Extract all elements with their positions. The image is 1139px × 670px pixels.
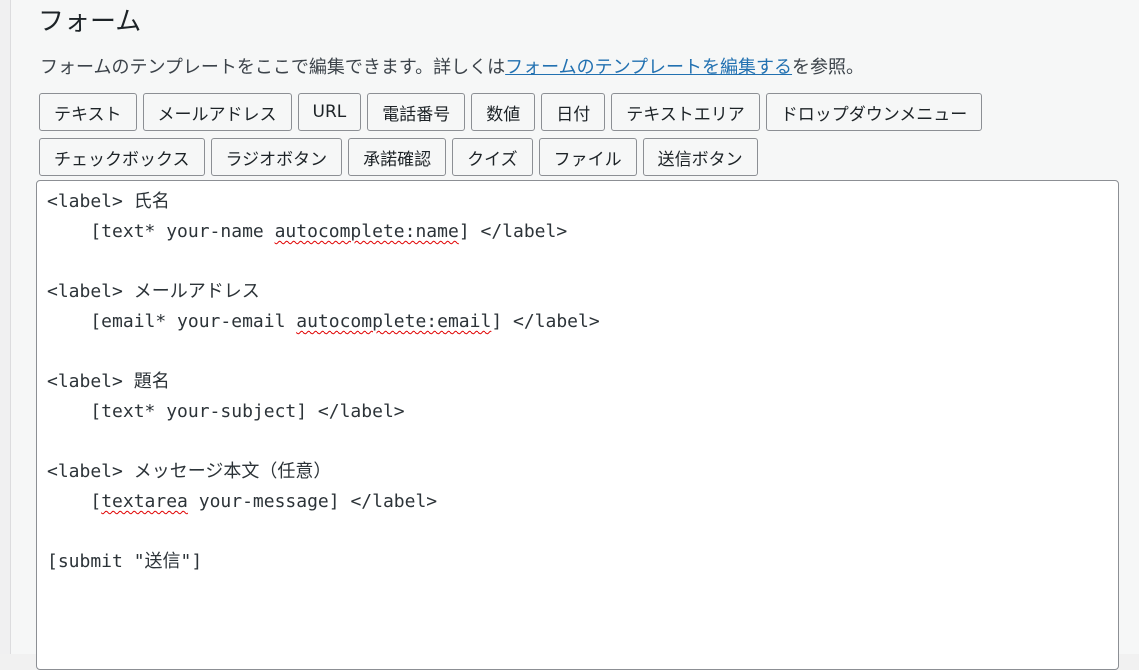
tag-acceptance-button[interactable]: 承諾確認 <box>348 138 447 176</box>
tag-dropdown-button[interactable]: ドロップダウンメニュー <box>765 93 983 131</box>
code-line: <label> メールアドレス <box>47 277 1108 307</box>
code-line: <label> メッセージ本文（任意） <box>47 457 1108 487</box>
tag-radio-button[interactable]: ラジオボタン <box>210 138 343 176</box>
code-token: <label> <box>47 281 134 302</box>
code-line: <label> 氏名 <box>47 187 1108 217</box>
tag-date-button[interactable]: 日付 <box>541 93 606 131</box>
form-template-editor[interactable]: <label> 氏名 [text* your-name autocomplete… <box>36 180 1119 670</box>
page-title: フォーム <box>38 7 142 37</box>
code-line: [textarea your-message] </label> <box>47 487 1108 517</box>
edit-template-link[interactable]: フォームのテンプレートを編集する <box>505 57 792 78</box>
description-suffix: を参照。 <box>792 57 865 78</box>
tag-generator-row-1: テキスト メールアドレス URL 電話番号 数値 日付 テキストエリア ドロップ… <box>39 93 983 131</box>
code-token: メールアドレス <box>133 281 260 302</box>
spellcheck-token: textarea <box>101 491 188 512</box>
tag-quiz-button[interactable]: クイズ <box>452 138 533 176</box>
code-token: 氏名 <box>133 191 170 212</box>
tag-url-button[interactable]: URL <box>297 93 362 131</box>
tag-textarea-button[interactable]: テキストエリア <box>611 93 760 131</box>
code-token: 送信 <box>144 551 181 572</box>
code-token: [email* your-email <box>47 311 297 332</box>
code-token: 題名 <box>133 371 170 392</box>
tag-number-button[interactable]: 数値 <box>471 93 536 131</box>
code-line: <label> 題名 <box>47 367 1108 397</box>
code-line: [email* your-email autocomplete:email] <… <box>47 307 1108 337</box>
code-token: [submit " <box>47 551 145 572</box>
code-token: "] <box>180 551 203 572</box>
tag-generator-row-2: チェックボックス ラジオボタン 承諾確認 クイズ ファイル 送信ボタン <box>39 138 758 176</box>
code-token: ] </label> <box>458 221 568 242</box>
tag-file-button[interactable]: ファイル <box>538 138 637 176</box>
tag-submit-button[interactable]: 送信ボタン <box>642 138 758 176</box>
description-text: フォームのテンプレートをここで編集できます。詳しくは <box>40 57 506 78</box>
code-token: <label> <box>47 371 134 392</box>
code-token: <label> <box>47 191 134 212</box>
code-token: [ <box>47 491 102 512</box>
code-line: [text* your-name autocomplete:name] </la… <box>47 217 1108 247</box>
code-line: [text* your-subject] </label> <box>47 401 405 422</box>
code-token: [text* your-name <box>47 221 275 242</box>
tag-checkbox-button[interactable]: チェックボックス <box>39 138 205 176</box>
admin-sidebar-edge <box>0 0 11 654</box>
code-line: [submit "送信"] <box>47 547 1108 577</box>
form-description: フォームのテンプレートをここで編集できます。詳しくはフォームのテンプレートを編集… <box>40 56 864 80</box>
tag-email-button[interactable]: メールアドレス <box>142 93 292 131</box>
code-token: your-message] </label> <box>187 491 438 512</box>
code-token: ] </label> <box>491 311 600 332</box>
spellcheck-token: autocomplete:email <box>296 311 492 332</box>
spellcheck-token: autocomplete:name <box>274 221 459 242</box>
code-token: <label> <box>47 461 134 482</box>
tag-text-button[interactable]: テキスト <box>39 93 137 131</box>
code-token: メッセージ本文（任意） <box>133 461 332 482</box>
tag-tel-button[interactable]: 電話番号 <box>367 93 466 131</box>
